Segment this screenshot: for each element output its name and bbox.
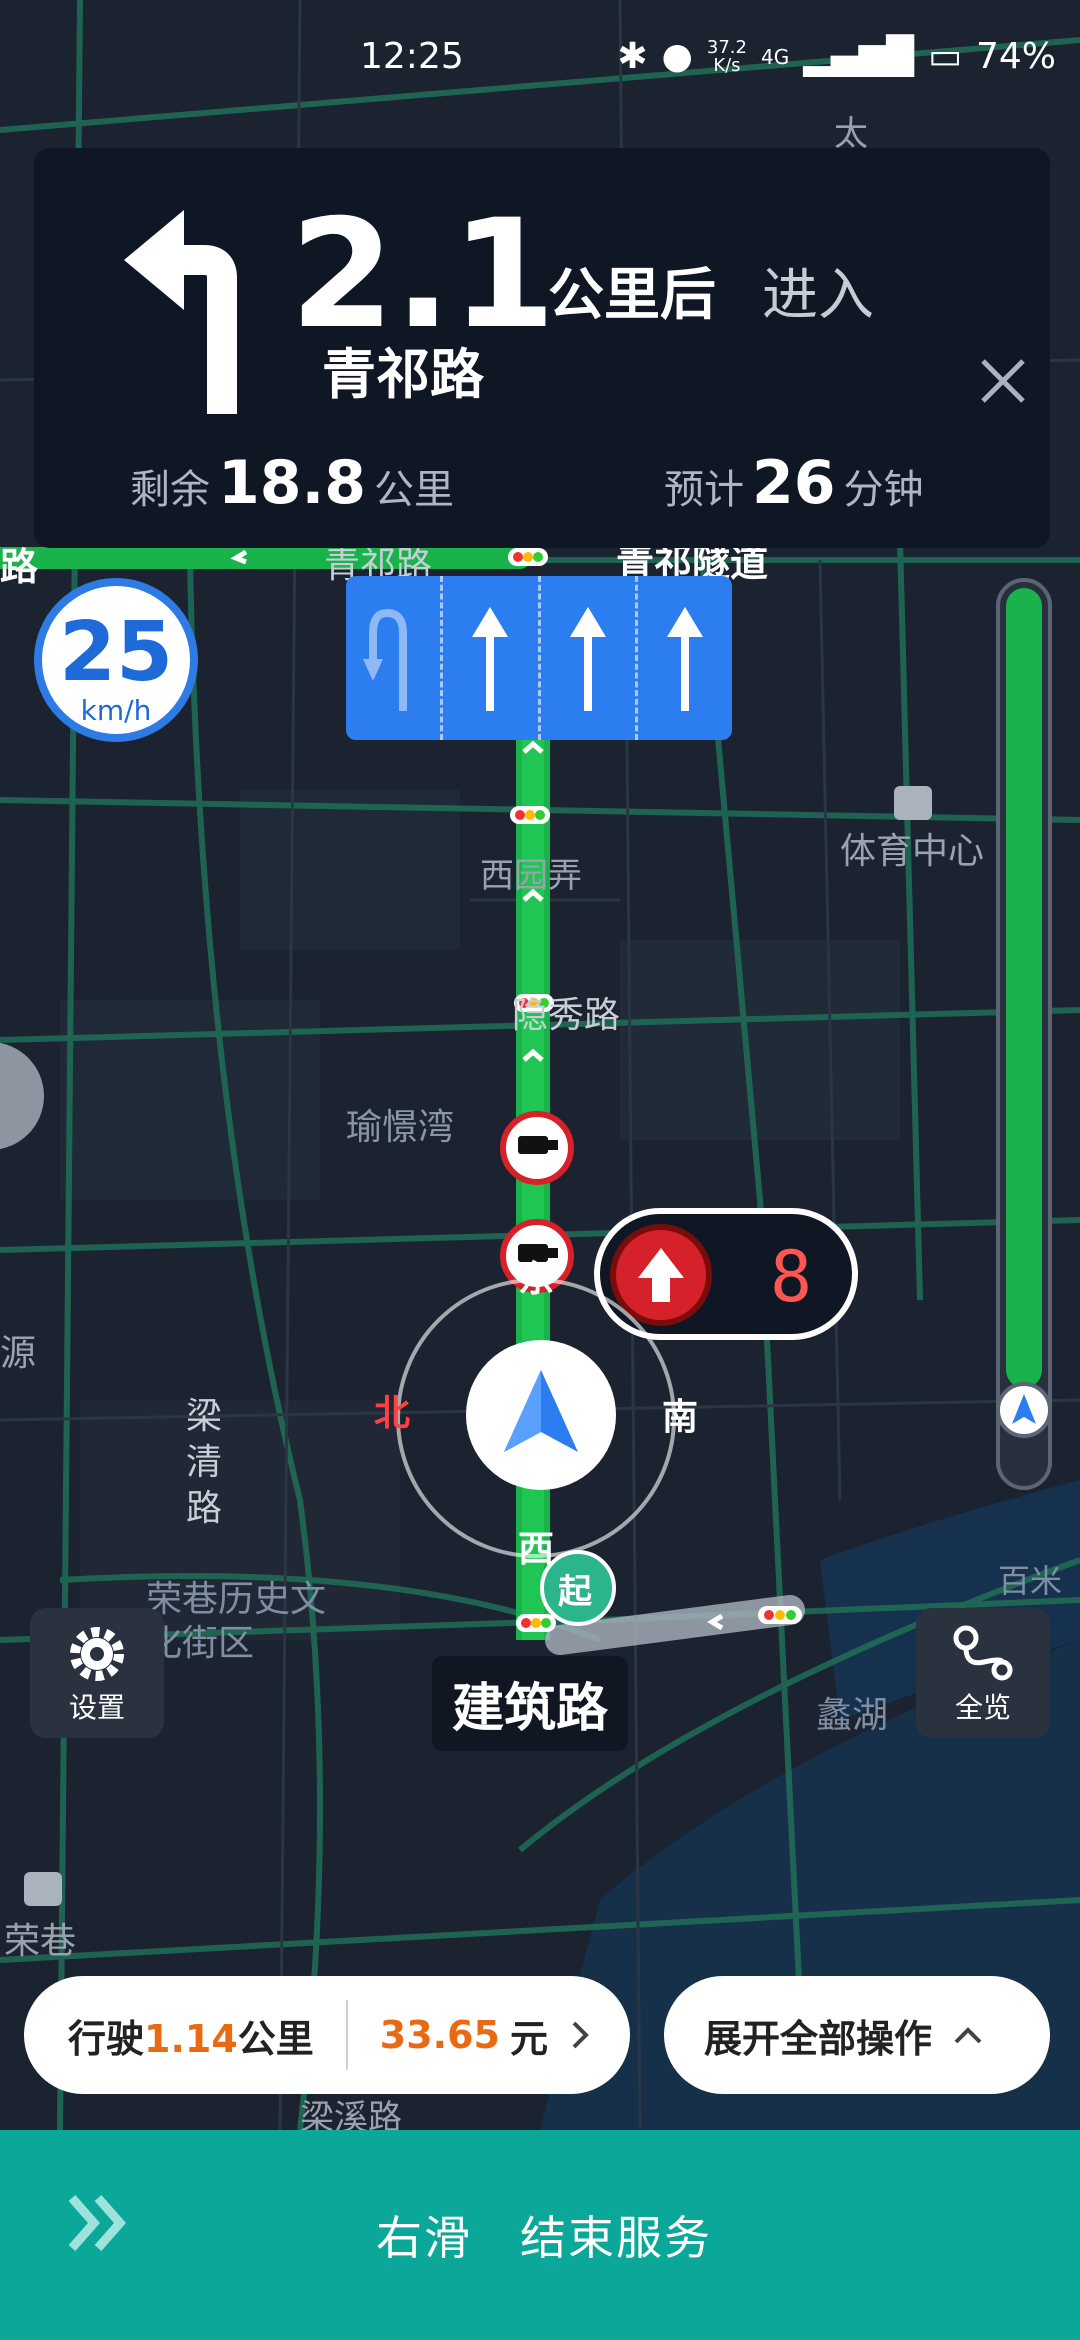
- map-label-rongxiang: 荣巷: [4, 1921, 77, 1962]
- close-guidance-icon[interactable]: [978, 356, 1028, 406]
- drive-distance: 行驶1.14公里: [68, 2016, 314, 2061]
- pill-divider: [345, 2000, 348, 2070]
- speed-limit-badge: 25 km/h: [34, 578, 198, 742]
- straight-arrow-icon: [569, 607, 606, 711]
- compass-south: 南: [662, 1397, 699, 1438]
- bluetooth-icon: ✱: [617, 36, 648, 77]
- uturn-left-icon: [363, 608, 408, 711]
- navigation-arrow-icon: [504, 1370, 578, 1452]
- remaining-distance: 剩余 18.8 公里: [130, 448, 455, 518]
- car-marker: [466, 1340, 616, 1490]
- guidance-distance-unit: 公里后: [548, 263, 716, 328]
- expand-operations-label: 展开全部操作: [704, 2016, 933, 2061]
- map-label-sports-center: 体育中心: [840, 831, 985, 872]
- net-speed: 37.2 K/s: [706, 36, 747, 76]
- map-label-yuan: 源: [0, 1333, 37, 1374]
- route-progress-bar: [996, 578, 1052, 1490]
- lane-straight-2: [541, 576, 638, 740]
- signal-icon: ▂▄▆█: [803, 36, 914, 77]
- overview-label: 全览: [954, 1691, 1011, 1724]
- map-label-lihu: 蠡湖: [816, 1695, 889, 1736]
- lane-uturn-left: [346, 576, 444, 740]
- straight-arrow-icon: [472, 607, 509, 711]
- chevron-up-icon: [954, 2027, 982, 2044]
- route-overview-icon: [953, 1625, 1013, 1681]
- compass-north: 北: [374, 1393, 411, 1434]
- compass-east: 东: [518, 1259, 555, 1300]
- route-progress-marker: [996, 1382, 1052, 1438]
- double-chevron-right-icon[interactable]: [64, 2188, 134, 2258]
- swipe-end-service-bar[interactable]: 右滑 结束服务: [0, 2130, 1080, 2340]
- traffic-light-seconds: 8: [770, 1236, 813, 1318]
- fare-amount: 33.65: [379, 2013, 500, 2057]
- map-label-yinxiu-road: 隐秀路: [512, 995, 621, 1036]
- turn-left-arrow-icon: [124, 210, 237, 414]
- guidance-action: 进入: [762, 263, 874, 328]
- gear-icon: [70, 1627, 124, 1681]
- compass-west: 西: [518, 1529, 555, 1570]
- battery-icon: ▭: [927, 36, 962, 77]
- guidance-distance: 2.1: [290, 188, 556, 362]
- car-position-icon: [1012, 1394, 1036, 1424]
- fare-unit: 元: [510, 2016, 549, 2061]
- expand-operations-button[interactable]: 展开全部操作: [664, 1976, 1050, 2094]
- trip-fare-pill[interactable]: 行驶1.14公里 33.65 元: [24, 1976, 630, 2094]
- chevron-right-icon: [572, 2021, 589, 2049]
- swipe-end-service-label: 右滑 结束服务: [376, 2211, 712, 2265]
- status-time: 12:25: [360, 36, 464, 77]
- lane-straight-1: [443, 576, 541, 740]
- map-label-liangqing-road: 梁清路: [186, 1396, 223, 1529]
- eta: 预计 26 分钟: [664, 448, 924, 518]
- location-icon: ●: [661, 36, 693, 77]
- speed-limit-value: 25: [58, 605, 174, 700]
- map-label-road-left: 路: [0, 545, 39, 589]
- current-road-label: 建筑路: [432, 1656, 629, 1751]
- settings-label: 设置: [68, 1691, 125, 1724]
- lane-guidance: [346, 576, 732, 740]
- settings-button[interactable]: 设置: [30, 1608, 164, 1738]
- map-label-xiyuannong: 西园弄: [480, 856, 582, 896]
- status-bar: 12:25 ✱ ● 37.2 K/s 4G ▂▄▆█ ▭ 74%: [0, 30, 1080, 90]
- map-label-rongxiang-street: 荣巷历史文化街区: [146, 1579, 327, 1664]
- guidance-road-name: 青祁路: [322, 343, 484, 406]
- battery-percent: 74%: [975, 36, 1056, 77]
- network-type: 4G: [760, 44, 790, 69]
- straight-arrow-icon: [666, 607, 703, 711]
- route-progress-fill: [1006, 588, 1042, 1388]
- overview-button[interactable]: 全览: [916, 1608, 1050, 1738]
- map-label-yuhuiwan: 瑜憬湾: [346, 1107, 455, 1148]
- map-label-baimi: 百米: [998, 1562, 1063, 1600]
- lane-straight-3: [638, 576, 732, 740]
- start-marker-label: 起: [558, 1572, 592, 1612]
